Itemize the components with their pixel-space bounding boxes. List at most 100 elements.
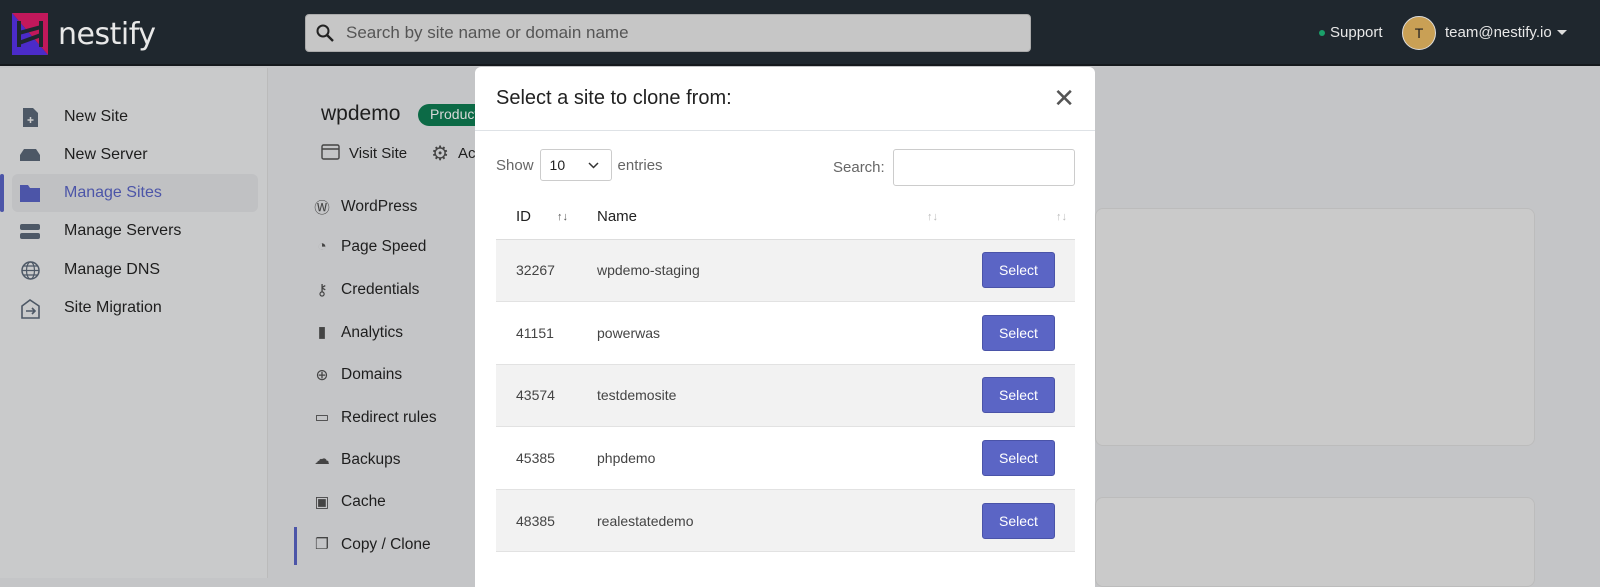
column-label: ID [516,208,531,226]
column-label: Name [597,208,638,226]
site-nav-label: Redirect rules [341,408,437,426]
select-button[interactable]: Select [982,377,1055,414]
site-nav-label: Domains [341,366,403,384]
visit-site-link[interactable]: Visit Site [349,145,407,162]
select-button[interactable]: Select [982,440,1055,477]
migration-icon [20,298,40,319]
support-link[interactable]: Support [1319,24,1383,41]
site-nav-page-speed[interactable]: ◔ Page Speed [313,238,426,256]
column-header-id[interactable]: ID ↑↓ [496,195,576,240]
sort-icon: ↑↓ [557,211,568,223]
table-row: 43574 testdemosite Select [496,364,1075,428]
file-plus-icon [20,107,40,127]
content-card [1095,497,1535,587]
site-nav-cache[interactable]: ▣ Cache [313,493,386,512]
column-header-action[interactable]: ↑↓ [946,195,1075,240]
select-button[interactable]: Select [982,252,1055,289]
site-nav-label: Copy / Clone [341,535,431,553]
gear-icon: ⚙ [431,143,450,165]
status-dot-icon [1319,29,1325,36]
site-name: testdemosite [576,364,946,428]
site-nav-label: Credentials [341,281,420,299]
search-label: Search: [833,159,885,176]
table-row: 48385 realestatedemo Select [496,489,1075,553]
search-input[interactable] [346,23,986,43]
show-label: Show [496,156,534,174]
sites-table: ID ↑↓ Name ↑↓ ↑↓ 32267 wpdemo-staging Select… [496,195,1075,553]
search-icon [316,24,334,42]
site-nav-wordpress[interactable]: Ⓦ WordPress [313,196,417,218]
table-search-input[interactable] [892,149,1075,186]
active-indicator [0,174,4,212]
folder-icon [20,184,40,202]
select-button[interactable]: Select [982,314,1055,351]
site-id: 41151 [496,301,576,365]
site-nav-analytics[interactable]: ▮ Analytics [313,323,403,342]
site-name: powerwas [576,301,946,365]
sidebar: New Site New Server Manage Sites Manage … [0,68,268,578]
globe-icon [20,260,40,280]
table-row: 45385 phpdemo Select [496,426,1075,490]
column-header-name[interactable]: Name ↑↓ [576,195,946,240]
sidebar-item-label: New Site [64,108,129,125]
globe-icon: ⊕ [315,366,329,384]
site-nav-label: Backups [341,450,401,468]
sidebar-item-label: Manage Servers [64,222,182,239]
copy-icon: ❐ [315,536,329,554]
file-code-icon: ▣ [314,493,330,511]
entries-value: 10 [549,157,566,173]
site-nav-credentials[interactable]: ⚷ Credentials [313,281,419,300]
site-nav-label: WordPress [341,198,418,215]
content-card [1095,208,1535,446]
sidebar-item-label: Manage DNS [64,261,161,278]
entries-select[interactable]: 10 [539,149,612,181]
nestify-logo-icon [12,13,48,55]
key-icon: ⚷ [316,281,328,299]
table-row: 41151 powerwas Select [496,301,1075,365]
wordpress-icon: Ⓦ [314,200,330,217]
site-id: 43574 [496,364,576,428]
site-nav-redirect-rules[interactable]: ▭ Redirect rules [313,408,437,427]
sidebar-item-new-server[interactable]: New Server [12,136,258,174]
sidebar-item-manage-sites[interactable]: Manage Sites [12,174,258,212]
site-nav-backups[interactable]: ☁ Backups [313,450,400,469]
site-name: wpdemo-staging [576,239,946,303]
site-nav-domains[interactable]: ⊕ Domains [313,366,403,385]
clone-site-modal: Select a site to clone from: ✕ Show 10 en… [475,67,1095,587]
brand-name: nestify [58,16,156,52]
select-button[interactable]: Select [982,502,1055,539]
table-row: 32267 wpdemo-staging Select [496,239,1075,303]
chevron-down-icon[interactable] [1557,30,1567,40]
site-id: 45385 [496,426,576,490]
server-drive-icon [20,149,40,161]
site-nav-label: Cache [341,493,386,511]
close-icon[interactable]: ✕ [1053,85,1075,111]
servers-icon [20,223,40,239]
sidebar-item-manage-dns[interactable]: Manage DNS [12,251,258,289]
sort-icon: ↑↓ [1056,211,1067,223]
logo[interactable]: nestify [12,13,156,55]
chevron-down-icon [588,161,599,169]
active-indicator [294,527,297,565]
site-name: realestatedemo [576,489,946,553]
site-search[interactable] [305,14,1031,52]
avatar[interactable]: T [1402,16,1436,50]
site-nav-label: Analytics [341,323,404,341]
site-nav-copy-clone[interactable]: ❐ Copy / Clone [313,535,431,554]
sidebar-item-new-site[interactable]: New Site [12,98,258,136]
entries-label: entries [617,156,663,174]
site-id: 48385 [496,489,576,553]
site-nav-label: Page Speed [341,238,427,256]
modal-title: Select a site to clone from: [496,87,732,109]
sidebar-item-label: Manage Sites [64,184,162,201]
sort-icon: ↑↓ [927,211,938,223]
cloud-upload-icon: ☁ [314,451,330,469]
sidebar-item-site-migration[interactable]: Site Migration [12,289,258,327]
site-title: wpdemo [321,102,401,125]
site-id: 32267 [496,239,576,303]
support-label: Support [1330,24,1383,41]
user-menu[interactable]: team@nestify.io [1445,24,1552,41]
browser-window-icon [321,143,340,164]
sidebar-item-manage-servers[interactable]: Manage Servers [12,212,258,250]
top-bar: nestify Support T team@nestify.io [0,0,1600,66]
